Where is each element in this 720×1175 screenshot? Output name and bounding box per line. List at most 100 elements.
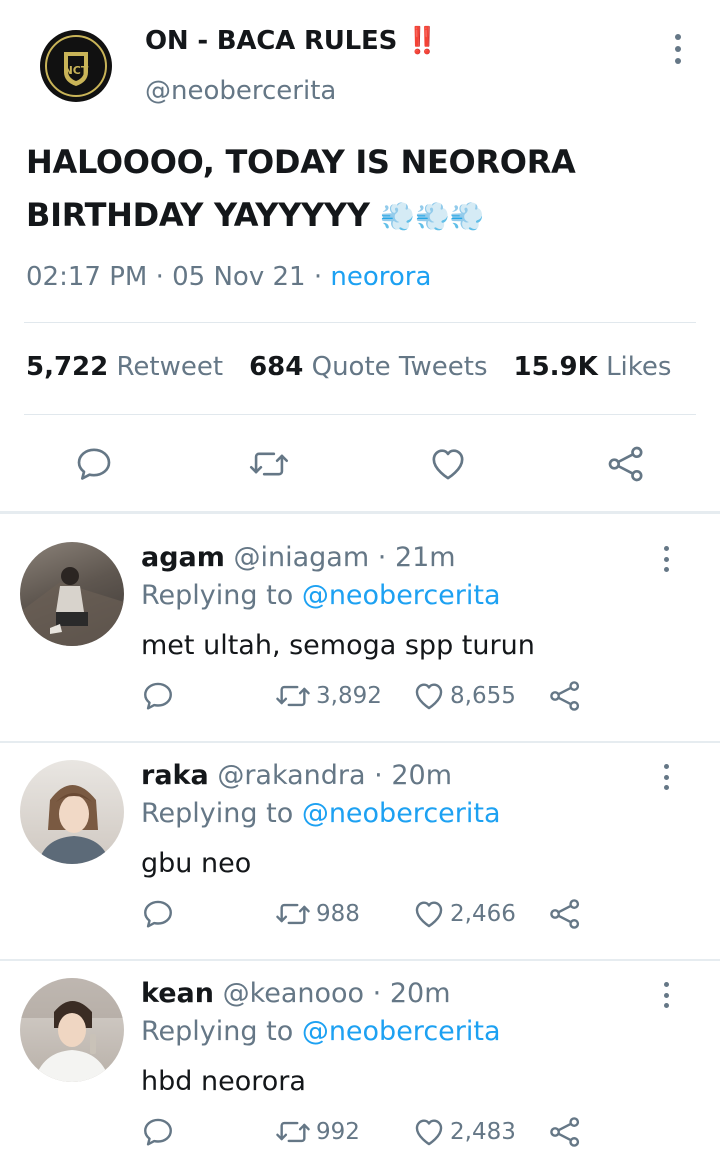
- tweet-meta: 02:17 PM · 05 Nov 21 · neorora: [26, 262, 431, 292]
- reply-avatar[interactable]: [20, 760, 124, 864]
- reply-item[interactable]: kean @keanooo · 20m Replying to @neoberc…: [0, 950, 720, 1167]
- avatar-photo: [20, 978, 124, 1082]
- comment-icon: [144, 900, 172, 928]
- quote-count: 684: [249, 352, 304, 382]
- heart-icon[interactable]: [428, 444, 468, 484]
- reply-time: 21m: [394, 542, 456, 573]
- replying-to-link[interactable]: @neobercerita: [302, 1016, 501, 1047]
- author-avatar[interactable]: NCT: [40, 30, 112, 102]
- reply-text: gbu neo: [141, 848, 252, 879]
- reply-retweet-count: 992: [316, 1119, 360, 1145]
- reply-share-button[interactable]: [548, 679, 582, 713]
- retweet-icon: [276, 903, 310, 925]
- reply-author-handle[interactable]: @rakandra: [217, 760, 365, 791]
- reply-author-handle[interactable]: @keanooo: [223, 978, 365, 1009]
- retweet-icon[interactable]: [248, 444, 290, 484]
- reply-text: met ultah, semoga spp turun: [141, 630, 535, 661]
- retweet-icon: [276, 1121, 310, 1143]
- reply-retweet-count: 3,892: [316, 683, 382, 709]
- like-count: 15.9K: [513, 352, 598, 382]
- reply-avatar[interactable]: [20, 542, 124, 646]
- avatar-logo-text: NCT: [64, 64, 89, 77]
- author-name-text: ON - BACA RULES: [145, 26, 398, 56]
- reply-retweet-button[interactable]: 988: [274, 897, 360, 931]
- reply-text: hbd neorora: [141, 1066, 306, 1097]
- tweet-text-body: HALOOOO, TODAY IS NEORORA BIRTHDAY YAYYY…: [26, 143, 576, 234]
- retweet-count-stat[interactable]: 5,722 Retweet: [26, 352, 223, 382]
- reply-retweet-button[interactable]: 3,892: [274, 679, 382, 713]
- tweet-source-link[interactable]: neorora: [330, 262, 431, 292]
- reply-author-name[interactable]: raka: [141, 760, 209, 791]
- replying-to-label: Replying to: [141, 1016, 294, 1047]
- dash-emoji: 💨💨💨: [380, 200, 485, 233]
- comment-icon: [144, 682, 172, 710]
- double-exclamation-emoji: ‼️: [406, 26, 439, 56]
- reply-like-button[interactable]: 2,466: [412, 897, 516, 931]
- reply-comment-button[interactable]: [141, 897, 175, 931]
- retweet-icon: [276, 685, 310, 707]
- meta-separator: ·: [313, 262, 323, 292]
- tweet-text: HALOOOO, TODAY IS NEORORA BIRTHDAY YAYYY…: [26, 136, 696, 243]
- author-handle[interactable]: @neobercerita: [145, 76, 336, 106]
- reply-header: agam @iniagam · 21m: [141, 542, 456, 573]
- reply-header: raka @rakandra · 20m: [141, 760, 452, 791]
- replying-to-label: Replying to: [141, 798, 294, 829]
- replying-to-link[interactable]: @neobercerita: [302, 580, 501, 611]
- reply-separator: ·: [374, 760, 383, 791]
- replying-to: Replying to @neobercerita: [141, 798, 501, 829]
- reply-retweet-button[interactable]: 992: [274, 1115, 360, 1149]
- comment-icon: [144, 1118, 172, 1146]
- heart-icon: [415, 683, 443, 710]
- quote-count-stat[interactable]: 684 Quote Tweets: [249, 352, 487, 382]
- reply-like-count: 2,483: [450, 1119, 516, 1145]
- tweet-date: 05 Nov 21: [172, 262, 306, 292]
- heart-icon: [415, 901, 443, 928]
- comment-icon[interactable]: [74, 444, 114, 484]
- reply-comment-button[interactable]: [141, 679, 175, 713]
- reply-avatar[interactable]: [20, 978, 124, 1082]
- share-icon: [550, 681, 580, 711]
- reply-like-button[interactable]: 8,655: [412, 679, 516, 713]
- replying-to-label: Replying to: [141, 580, 294, 611]
- replying-to: Replying to @neobercerita: [141, 580, 501, 611]
- like-count-stat[interactable]: 15.9K Likes: [514, 352, 672, 382]
- quote-label: Quote Tweets: [311, 352, 488, 382]
- reply-author-handle[interactable]: @iniagam: [234, 542, 370, 573]
- more-options-icon[interactable]: [656, 982, 676, 1008]
- divider: [24, 414, 696, 415]
- likes-label: Likes: [606, 352, 672, 382]
- reply-header: kean @keanooo · 20m: [141, 978, 451, 1009]
- reply-item[interactable]: raka @rakandra · 20m Replying to @neober…: [0, 732, 720, 949]
- reply-separator: ·: [377, 542, 387, 573]
- share-icon[interactable]: [606, 444, 646, 484]
- avatar-photo: [38, 785, 110, 864]
- reply-share-button[interactable]: [548, 1115, 582, 1149]
- reply-share-button[interactable]: [548, 897, 582, 931]
- avatar-photo: [20, 567, 124, 646]
- more-options-icon[interactable]: [656, 764, 676, 790]
- share-icon: [550, 899, 580, 929]
- heart-icon: [415, 1119, 443, 1146]
- author-name[interactable]: ON - BACA RULES ‼️: [145, 26, 438, 56]
- main-tweet: NCT ON - BACA RULES ‼️ @neobercerita HAL…: [0, 0, 720, 512]
- nct-logo: NCT: [41, 31, 111, 101]
- reply-time: 20m: [389, 978, 451, 1009]
- reply-author-name[interactable]: kean: [141, 978, 214, 1009]
- retweet-label: Retweet: [116, 352, 224, 382]
- more-options-icon[interactable]: [668, 34, 688, 64]
- replying-to: Replying to @neobercerita: [141, 1016, 501, 1047]
- retweet-count: 5,722: [26, 352, 109, 382]
- reply-like-count: 2,466: [450, 901, 516, 927]
- reply-item[interactable]: agam @iniagam · 21m Replying to @neoberc…: [0, 514, 720, 731]
- reply-separator: ·: [372, 978, 382, 1009]
- reply-time: 20m: [391, 760, 453, 791]
- reply-like-button[interactable]: 2,483: [412, 1115, 516, 1149]
- replying-to-link[interactable]: @neobercerita: [302, 798, 501, 829]
- tweet-stats: 5,722 Retweet 684 Quote Tweets 15.9K Likes: [26, 352, 671, 382]
- reply-comment-button[interactable]: [141, 1115, 175, 1149]
- divider: [24, 322, 696, 323]
- reply-author-name[interactable]: agam: [141, 542, 225, 573]
- share-icon: [550, 1117, 580, 1147]
- tweet-time: 02:17 PM: [26, 262, 148, 292]
- more-options-icon[interactable]: [656, 546, 676, 572]
